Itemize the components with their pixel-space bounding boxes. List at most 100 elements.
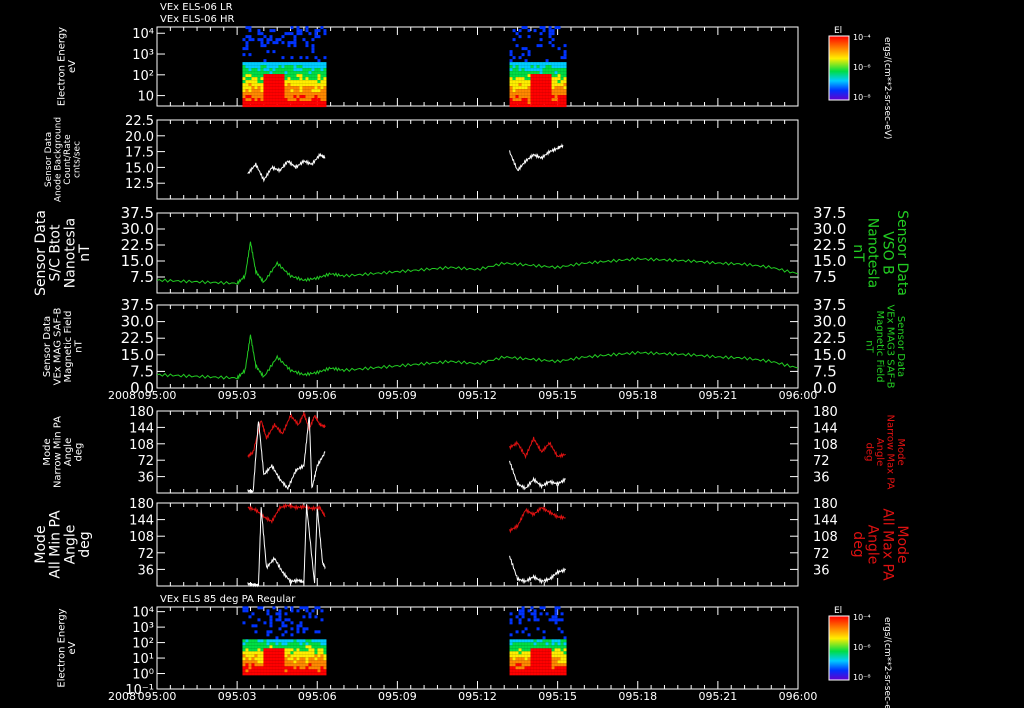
spectrogram-cell — [512, 56, 516, 60]
spectrogram-cell — [524, 74, 528, 78]
spectrogram-cell — [242, 65, 246, 69]
spectrogram-cell — [305, 77, 309, 81]
spectrogram-cell — [557, 627, 561, 631]
spectrogram-cell — [257, 101, 261, 105]
spectrogram-cell — [272, 642, 276, 646]
spectrogram-cell — [323, 92, 327, 96]
spectrogram-cell — [554, 651, 558, 655]
spectrogram-cell — [299, 672, 303, 676]
spectrogram-cell — [548, 29, 552, 33]
spectrogram-cell — [563, 86, 567, 90]
spectrogram-cell — [539, 606, 543, 610]
spectrogram-cell — [545, 104, 549, 108]
spectrogram-cell — [548, 83, 552, 87]
spectrogram-cell — [560, 56, 564, 60]
spectrogram-cell — [509, 642, 513, 646]
spectrogram-cell — [266, 62, 270, 66]
spectrogram-cell — [512, 657, 516, 661]
spectrogram-cell — [248, 672, 252, 676]
spectrogram-cell — [296, 29, 300, 33]
spectrogram-cell — [527, 660, 531, 664]
spectrogram-cell — [554, 642, 558, 646]
spectrogram-cell — [518, 657, 522, 661]
y-axis-title: Sensor Data — [42, 316, 53, 377]
spectrogram-cell — [254, 80, 258, 84]
spectrogram-cell — [533, 612, 537, 616]
spectrogram-cell — [245, 80, 249, 84]
spectrogram-cell — [518, 62, 522, 66]
spectrogram-cell — [317, 35, 321, 39]
spectrogram-cell — [281, 104, 285, 108]
spectrogram-cell — [293, 86, 297, 90]
spectrogram-cell — [521, 648, 525, 652]
spectrogram-cell — [548, 645, 552, 649]
spectrogram-cell — [305, 657, 309, 661]
x-tick-label: 095:15 — [538, 690, 577, 703]
spectrogram-cell — [554, 74, 558, 78]
right-axis-title: Sensor Data — [895, 316, 906, 377]
spectrogram-cell — [299, 98, 303, 102]
y-tick-label: 37.5 — [121, 204, 154, 222]
spectrogram-cell — [287, 639, 291, 643]
spectrogram-cell — [263, 654, 267, 658]
spectrogram-cell — [251, 663, 255, 667]
spectrogram-cell — [308, 86, 312, 90]
spectrogram-cell — [260, 104, 264, 108]
spectrogram-cell — [560, 642, 564, 646]
spectrogram-cell — [530, 639, 534, 643]
spectrogram-cell — [542, 630, 546, 634]
spectrogram-cell — [509, 80, 513, 84]
spectrogram-cell — [305, 65, 309, 69]
spectrogram-cell — [542, 86, 546, 90]
spectrogram-cell — [305, 95, 309, 99]
spectrogram-cell — [533, 92, 537, 96]
spectrogram-cell — [260, 657, 264, 661]
colorbar-tick-label: 10⁻⁸ — [853, 673, 871, 682]
spectrogram-cell — [308, 654, 312, 658]
spectrogram-cell — [302, 71, 306, 75]
spectrogram-cell — [317, 92, 321, 96]
spectrogram-cell — [242, 47, 246, 51]
spectrogram-cell — [524, 26, 528, 30]
spectrogram-cell — [263, 621, 267, 625]
spectrogram-cell — [551, 642, 555, 646]
spectrogram-cell — [263, 59, 267, 63]
spectrogram-cell — [302, 104, 306, 108]
spectrogram-cell — [248, 26, 252, 30]
spectrogram-cell — [248, 92, 252, 96]
spectrogram-cell — [299, 621, 303, 625]
spectrogram-cell — [278, 660, 282, 664]
spectrogram-cell — [248, 71, 252, 75]
spectrogram-cell — [311, 77, 315, 81]
spectrogram-cell — [509, 621, 513, 625]
spectrogram-cell — [524, 98, 528, 102]
spectrogram-cell — [533, 639, 537, 643]
spectrogram-cell — [296, 89, 300, 93]
spectrogram-cell — [287, 104, 291, 108]
spectrogram-cell — [545, 86, 549, 90]
spectrogram-cell — [269, 74, 273, 78]
spectrogram-cell — [512, 660, 516, 664]
spectrogram-cell — [521, 672, 525, 676]
spectrogram-cell — [305, 669, 309, 673]
spectrogram-cell — [320, 104, 324, 108]
spectrogram-cell — [542, 639, 546, 643]
spectrogram-cell — [254, 669, 258, 673]
spectrogram-cell — [296, 639, 300, 643]
spectrogram-cell — [242, 648, 246, 652]
spectrogram-cell — [305, 56, 309, 60]
spectrogram-cell — [512, 104, 516, 108]
spectrogram-cell — [278, 83, 282, 87]
y-tick-label-right: 37.5 — [813, 296, 846, 314]
spectrogram-cell — [266, 648, 270, 652]
spectrogram-cell — [284, 666, 288, 670]
spectrogram-cell — [263, 68, 267, 72]
spectrogram-cell — [254, 89, 258, 93]
spectrogram-cell — [533, 83, 537, 87]
spectrogram-cell — [323, 62, 327, 66]
spectrogram-cell — [551, 74, 555, 78]
spectrogram-cell — [524, 68, 528, 72]
spectrogram-cell — [527, 77, 531, 81]
spectrogram-cell — [242, 92, 246, 96]
spectrogram-cell — [260, 65, 264, 69]
